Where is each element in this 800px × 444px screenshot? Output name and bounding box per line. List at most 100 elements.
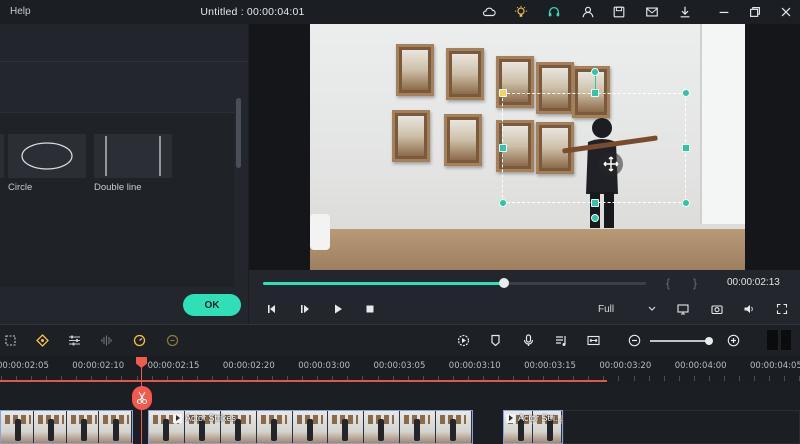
close-icon[interactable] [778, 4, 794, 20]
ruler-tick [754, 376, 755, 381]
resize-handle-top-right[interactable] [682, 89, 690, 97]
crop-icon[interactable] [3, 333, 17, 347]
play-icon[interactable] [331, 302, 345, 316]
resize-handle-bottom-right[interactable] [682, 199, 690, 207]
download-icon[interactable] [677, 4, 693, 20]
ruler-label: 00:00:03:10 [448, 361, 501, 371]
headset-icon[interactable] [546, 4, 562, 20]
clip-title-3: Actor Stri... [518, 413, 563, 423]
window-in-video [700, 24, 745, 224]
resize-handle-bottom-left[interactable] [499, 199, 507, 207]
picture-frame [396, 44, 434, 96]
zoom-in-icon[interactable] [726, 333, 740, 347]
ruler-label: 00:00:02:05 [0, 361, 49, 371]
ruler-tick [784, 376, 786, 381]
ruler-label: 00:00:04:00 [674, 361, 727, 371]
scrubber-fill [263, 282, 505, 285]
zoom-dropdown[interactable]: Full [592, 300, 660, 318]
stop-icon[interactable] [363, 302, 377, 316]
rotate-handle[interactable] [591, 68, 599, 76]
mark-in-brace[interactable]: { [666, 276, 670, 290]
cloud-icon[interactable] [481, 4, 497, 20]
resize-handle-right[interactable] [682, 144, 690, 152]
ruler-tick [618, 376, 620, 381]
fullscreen-icon[interactable] [775, 302, 789, 316]
ruler-tick [723, 376, 725, 381]
ruler-label: 00:00:04:05 [750, 361, 800, 371]
fit-timeline-icon[interactable] [586, 333, 600, 347]
volume-icon[interactable] [742, 302, 756, 316]
adjust-icon[interactable] [67, 333, 81, 347]
play-frame-icon[interactable] [298, 302, 312, 316]
user-icon[interactable] [580, 4, 596, 20]
minimize-icon[interactable] [716, 4, 732, 20]
marker-icon[interactable] [488, 333, 502, 347]
ruler-tick [663, 376, 665, 381]
timer-icon[interactable] [165, 333, 179, 347]
timeline-zoom-slider[interactable] [650, 340, 712, 342]
scissors-icon[interactable] [132, 386, 152, 410]
move-icon[interactable] [599, 152, 623, 176]
window-title: Untitled : 00:00:04:01 [200, 6, 305, 18]
save-icon[interactable] [611, 4, 627, 20]
zoom-out-icon[interactable] [627, 333, 641, 347]
picture-frame [444, 114, 482, 166]
tile-label-double-line: Double line [94, 182, 142, 193]
ruler-label: 00:00:02:20 [222, 361, 275, 371]
empty-track-area [563, 410, 800, 444]
preview-scrubber[interactable] [263, 282, 646, 285]
bulb-icon[interactable] [513, 4, 529, 20]
mail-icon[interactable] [644, 4, 660, 20]
audio-mixer-icon[interactable] [554, 333, 568, 347]
video-editor-window: Help Untitled : 00:00:04:01 Circle Doubl… [0, 0, 800, 444]
timeline-zoom-knob[interactable] [705, 337, 713, 345]
audio-wave-icon[interactable] [99, 333, 113, 347]
ruler-label: 00:00:02:10 [72, 361, 125, 371]
restore-icon[interactable] [747, 4, 763, 20]
extra-handle[interactable] [591, 214, 599, 222]
clip-play-icon [173, 413, 182, 423]
keyframe-icon[interactable] [35, 333, 49, 347]
snapshot-icon[interactable] [710, 302, 724, 316]
ruler-tick [633, 376, 635, 381]
panel-toggle-icon[interactable] [767, 330, 791, 350]
ok-button[interactable]: OK [183, 294, 241, 316]
speed-icon[interactable] [132, 333, 146, 347]
resize-handle-top[interactable] [591, 89, 599, 97]
ruler-tick [693, 376, 695, 381]
ruler-label: 00:00:03:00 [298, 361, 351, 371]
clip-label-2: Actor Strikes [173, 413, 236, 423]
picture-frame [446, 48, 484, 100]
tile-label-circle: Circle [8, 182, 33, 193]
monitor-icon[interactable] [676, 302, 690, 316]
anchor-handle[interactable] [499, 89, 507, 97]
video-clip-1[interactable] [0, 410, 133, 444]
microphone-icon[interactable] [521, 333, 535, 347]
chevron-down-icon [648, 306, 656, 311]
ruler-label: 00:00:03:15 [524, 361, 576, 371]
selection-box[interactable] [502, 93, 686, 203]
ruler-tick [648, 376, 650, 381]
panel-header [0, 24, 248, 62]
zoom-value: Full [598, 303, 615, 315]
mark-out-brace[interactable]: } [693, 276, 697, 290]
partial-tile[interactable] [0, 134, 4, 178]
picture-frame [392, 110, 430, 162]
render-range-line [0, 380, 607, 382]
ruler-tick [678, 376, 680, 381]
panel-scrollbar[interactable] [236, 98, 241, 168]
clip-label-3: Actor Stri... [506, 413, 563, 423]
tile-circle[interactable] [8, 134, 86, 178]
couch [310, 214, 330, 250]
render-icon[interactable] [456, 333, 470, 347]
step-back-icon[interactable] [265, 302, 279, 316]
ruler-tick [769, 376, 771, 381]
ruler-label: 00:00:02:15 [147, 361, 200, 371]
resize-handle-left[interactable] [499, 144, 507, 152]
ruler-label: 00:00:03:20 [599, 361, 652, 371]
ruler-tick [708, 376, 710, 381]
tile-double-line[interactable] [94, 134, 172, 178]
title-bar: Help Untitled : 00:00:04:01 [0, 0, 800, 24]
current-time: 00:00:02:13 [727, 277, 780, 288]
resize-handle-bottom[interactable] [591, 199, 599, 207]
